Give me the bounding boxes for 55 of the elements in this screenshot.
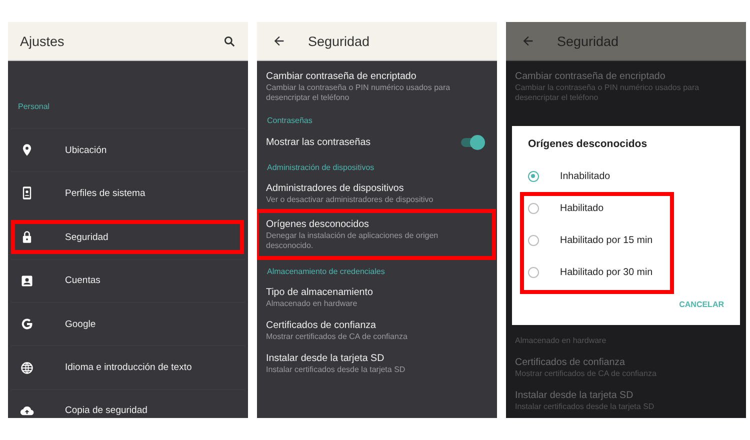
globe-icon [20, 360, 34, 375]
menu-item-label[interactable]: Ubicación [65, 144, 107, 156]
section-header: Personal [17, 101, 51, 113]
section-header: Administración de dispositivos [266, 162, 376, 174]
menu-item[interactable]: Perfiles de sistema [11, 171, 245, 215]
menu-item[interactable]: Cuentas [11, 258, 245, 302]
menu-item[interactable]: Google [11, 302, 245, 346]
setting-title[interactable]: Tipo de almacenamiento [266, 286, 488, 299]
setting-summary: Instalar certificados desde la tarjeta SD [515, 402, 656, 412]
section-header: Almacenamiento de credenciales [266, 266, 386, 278]
setting-title[interactable]: Cambiar contraseña de encriptado [266, 70, 488, 83]
menu-item[interactable]: Ubicación [11, 128, 245, 172]
setting-summary: Mostrar certificados de CA de confianza [266, 332, 408, 342]
setting-summary: Instalar certificados desde la tarjeta SD [266, 365, 406, 375]
menu-item-label[interactable]: Seguridad [65, 232, 108, 243]
setting-summary: Ver o desactivar administradores de dispositivo [266, 195, 434, 205]
menu-item-label[interactable]: Cuentas [65, 275, 100, 286]
setting-title[interactable]: Certificados de confianza [266, 319, 488, 332]
menu-item[interactable]: Copia de seguridad [11, 388, 245, 418]
menu-item[interactable]: Idioma e introducción de texto [11, 345, 245, 389]
setting-summary: Cambiar la contraseña o PIN numérico usados para desencriptar el teléfono [266, 83, 452, 103]
screen-title: Seguridad [308, 34, 371, 48]
menu-item-label[interactable]: Copia de seguridad [65, 405, 148, 416]
lock-icon [20, 230, 34, 244]
toggle-switch[interactable] [461, 138, 483, 147]
menu-item-label[interactable]: Idioma e introducción de texto [65, 362, 192, 374]
setting-summary: Almacenado en hardware [515, 336, 608, 346]
option-label[interactable]: Inhabilitado [560, 170, 610, 182]
option-label[interactable]: Habilitado por 30 min [560, 266, 653, 278]
option-label[interactable]: Habilitado [560, 202, 604, 214]
section-header: Contraseñas [266, 115, 314, 127]
screen-title: Seguridad [557, 34, 620, 48]
screen-title: Ajustes [20, 34, 66, 48]
option-label[interactable]: Habilitado por 15 min [560, 234, 653, 246]
option-row[interactable]: Inhabilitado [512, 160, 740, 192]
setting-summary: Almacenado en hardware [266, 299, 358, 309]
radio-button[interactable] [528, 170, 539, 182]
menu-item-label[interactable]: Perfiles de sistema [65, 188, 146, 199]
back-arrow-icon[interactable] [272, 34, 286, 48]
radio-button[interactable] [528, 234, 539, 246]
search-icon[interactable] [223, 34, 236, 48]
radio-button[interactable] [528, 266, 539, 278]
phone-person-icon [20, 186, 34, 200]
setting-title[interactable]: Orígenes desconocidos [266, 218, 485, 231]
setting-summary: Denegar la instalación de aplicaciones de origen desconocido. [266, 231, 440, 251]
radio-button[interactable] [528, 202, 539, 214]
dialog-title: Orígenes desconocidos [527, 137, 648, 152]
location-pin-icon [20, 143, 34, 158]
contact-card-icon [20, 274, 34, 288]
menu-item-label[interactable]: Google [65, 318, 96, 330]
setting-summary: Mostrar certificados de CA de confianza [515, 369, 658, 379]
setting-summary: Cambiar la contraseña o PIN numérico usados para desencriptar el teléfono [515, 83, 700, 103]
setting-title[interactable]: Instalar desde la tarjeta SD [266, 352, 488, 365]
setting-title[interactable]: Administradores de dispositivos [266, 182, 488, 195]
setting-title: Mostrar las contraseñas [266, 136, 371, 149]
